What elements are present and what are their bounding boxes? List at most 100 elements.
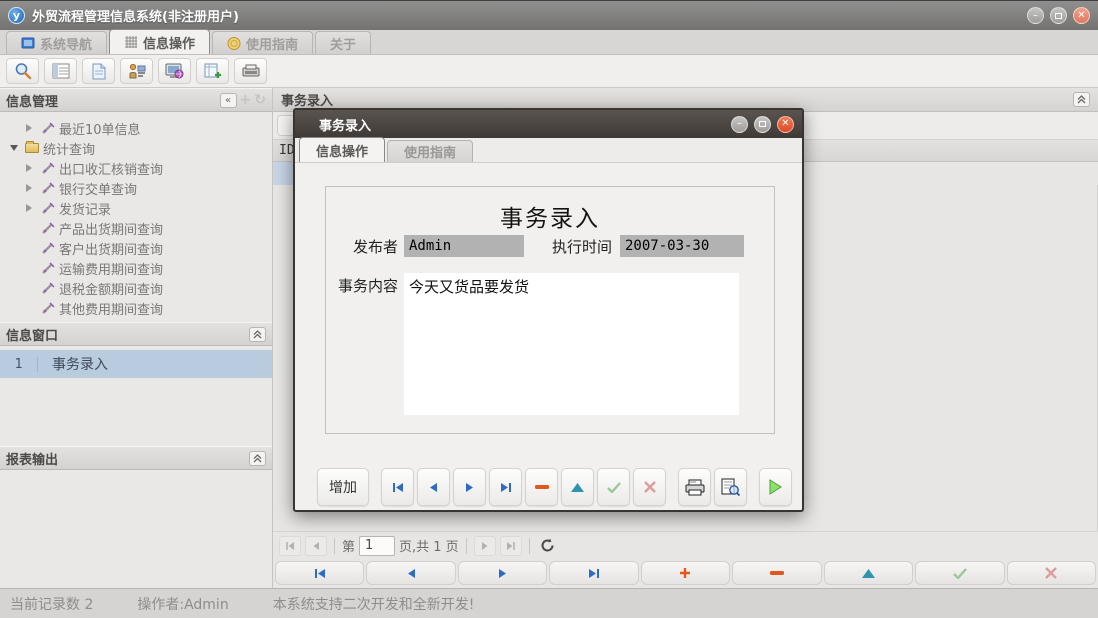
dialog-maximize-button[interactable] <box>754 116 771 133</box>
user-chart-button[interactable] <box>120 58 153 84</box>
record-post-button[interactable] <box>915 561 1004 585</box>
post-record-button[interactable] <box>597 468 630 506</box>
record-insert-button[interactable] <box>641 561 730 585</box>
user-chart-icon <box>128 63 146 80</box>
run-button[interactable] <box>759 468 792 506</box>
page-last-button[interactable] <box>500 536 522 556</box>
table-view-button[interactable] <box>44 58 77 84</box>
cancel-record-button[interactable] <box>633 468 666 506</box>
record-next-button[interactable] <box>458 561 547 585</box>
dialog-minimize-button[interactable]: – <box>731 116 748 133</box>
tree-item-export-verify[interactable]: 出口收汇核销查询 <box>0 158 272 178</box>
prev-icon <box>428 482 439 493</box>
prev-record-button[interactable] <box>417 468 450 506</box>
tree-item-other-fee[interactable]: 其他费用期间查询 <box>0 298 272 318</box>
page-first-button[interactable] <box>279 536 301 556</box>
next-record-button[interactable] <box>453 468 486 506</box>
edit-record-button[interactable] <box>561 468 594 506</box>
window-titlebar: y 外贸流程管理信息系统(非注册用户) – ✕ <box>0 0 1098 30</box>
collapse-up-icon[interactable] <box>1073 92 1090 107</box>
maximize-icon <box>1055 13 1062 19</box>
print-button[interactable] <box>678 468 711 506</box>
monitor-globe-button[interactable] <box>158 58 191 84</box>
add-button[interactable]: 增加 <box>317 468 369 506</box>
tab-about[interactable]: 关于 <box>315 31 371 54</box>
tab-label: 信息操作 <box>316 141 368 160</box>
collapse-arrow-icon[interactable] <box>10 142 25 154</box>
page-prev-button[interactable] <box>305 536 327 556</box>
tree-item-stats-query[interactable]: 统计查询 <box>0 138 272 158</box>
minimize-button[interactable]: – <box>1027 7 1044 24</box>
table-icon <box>52 63 70 79</box>
page-next-button[interactable] <box>474 536 496 556</box>
tab-info-operation[interactable]: 信息操作 <box>109 29 210 54</box>
tree-item-recent10[interactable]: 最近10单信息 <box>0 118 272 138</box>
page-number-input[interactable] <box>359 536 395 556</box>
document-button[interactable] <box>82 58 115 84</box>
pagination-bar: 第 页,共 1 页 <box>273 531 1098 559</box>
collapse-up-icon[interactable] <box>249 327 266 342</box>
maximize-button[interactable] <box>1050 7 1067 24</box>
page-prefix-label: 第 <box>342 536 355 555</box>
tree-item-label: 统计查询 <box>43 139 95 158</box>
logo-letter: y <box>13 9 20 22</box>
publisher-field[interactable] <box>404 235 524 257</box>
record-first-button[interactable] <box>275 561 364 585</box>
expand-arrow-icon[interactable] <box>26 162 41 174</box>
expand-arrow-icon[interactable] <box>26 182 41 194</box>
delete-record-button[interactable] <box>525 468 558 506</box>
record-edit-button[interactable] <box>824 561 913 585</box>
record-delete-button[interactable] <box>732 561 821 585</box>
list-item-number: 1 <box>0 357 38 372</box>
print-preview-button[interactable] <box>714 468 747 506</box>
tree-item-customer-period[interactable]: 客户出货期间查询 <box>0 238 272 258</box>
panel-title: 信息窗口 <box>6 325 249 344</box>
dialog-tab-user-guide[interactable]: 使用指南 <box>387 140 473 162</box>
tab-label: 关于 <box>330 34 356 53</box>
table-add-button[interactable] <box>196 58 229 84</box>
expand-arrow-icon[interactable] <box>26 202 41 214</box>
first-record-button[interactable] <box>381 468 414 506</box>
window-controls: – ✕ <box>1027 7 1090 24</box>
last-record-button[interactable] <box>489 468 522 506</box>
expand-arrow-icon[interactable] <box>26 122 41 134</box>
tree-item-bank-docs[interactable]: 银行交单查询 <box>0 178 272 198</box>
tool-icon <box>41 221 59 235</box>
search-icon <box>14 62 32 80</box>
panel-header-info-window: 信息窗口 <box>0 322 272 346</box>
page-refresh-button[interactable] <box>537 536 559 556</box>
panel-header-info-management: 信息管理 « + ↻ <box>0 88 272 112</box>
printer-tray-button[interactable] <box>234 58 267 84</box>
tab-system-nav[interactable]: 系统导航 <box>6 31 107 54</box>
refresh-icon[interactable]: ↻ <box>254 92 266 108</box>
record-last-button[interactable] <box>549 561 638 585</box>
tree-item-shipping-record[interactable]: 发货记录 <box>0 198 272 218</box>
prev-icon <box>406 568 417 579</box>
dialog-tab-info-operation[interactable]: 信息操作 <box>299 137 385 162</box>
exec-time-field[interactable] <box>620 235 744 257</box>
close-button[interactable]: ✕ <box>1073 7 1090 24</box>
tree-item-tax-refund[interactable]: 退税金额期间查询 <box>0 278 272 298</box>
list-item-transaction-entry[interactable]: 1 事务录入 <box>0 350 272 378</box>
main-tabbar: 系统导航 信息操作 使用指南 关于 <box>0 30 1098 55</box>
collapse-up-icon[interactable] <box>249 451 266 466</box>
grid-icon <box>124 36 138 48</box>
search-button[interactable] <box>6 58 39 84</box>
tab-user-guide[interactable]: 使用指南 <box>212 31 313 54</box>
record-cancel-button[interactable] <box>1007 561 1096 585</box>
exec-time-label: 执行时间 <box>524 236 620 257</box>
add-icon[interactable]: + <box>240 92 252 108</box>
tree-item-label: 客户出货期间查询 <box>59 239 163 258</box>
record-toolbar <box>273 559 1098 588</box>
dialog-titlebar: 事务录入 – ✕ <box>295 110 802 138</box>
dialog-close-button[interactable]: ✕ <box>777 116 794 133</box>
record-prev-button[interactable] <box>366 561 455 585</box>
tree-item-product-period[interactable]: 产品出货期间查询 <box>0 218 272 238</box>
collapse-left-icon[interactable]: « <box>220 93 237 108</box>
form-row-content: 事务内容 今天又货品要发货 <box>326 273 774 415</box>
window-icon <box>21 37 35 49</box>
content-field[interactable]: 今天又货品要发货 <box>404 273 739 415</box>
tree-item-transport-fee[interactable]: 运输费用期间查询 <box>0 258 272 278</box>
minus-icon <box>770 571 784 575</box>
guide-coin-icon <box>227 37 241 49</box>
